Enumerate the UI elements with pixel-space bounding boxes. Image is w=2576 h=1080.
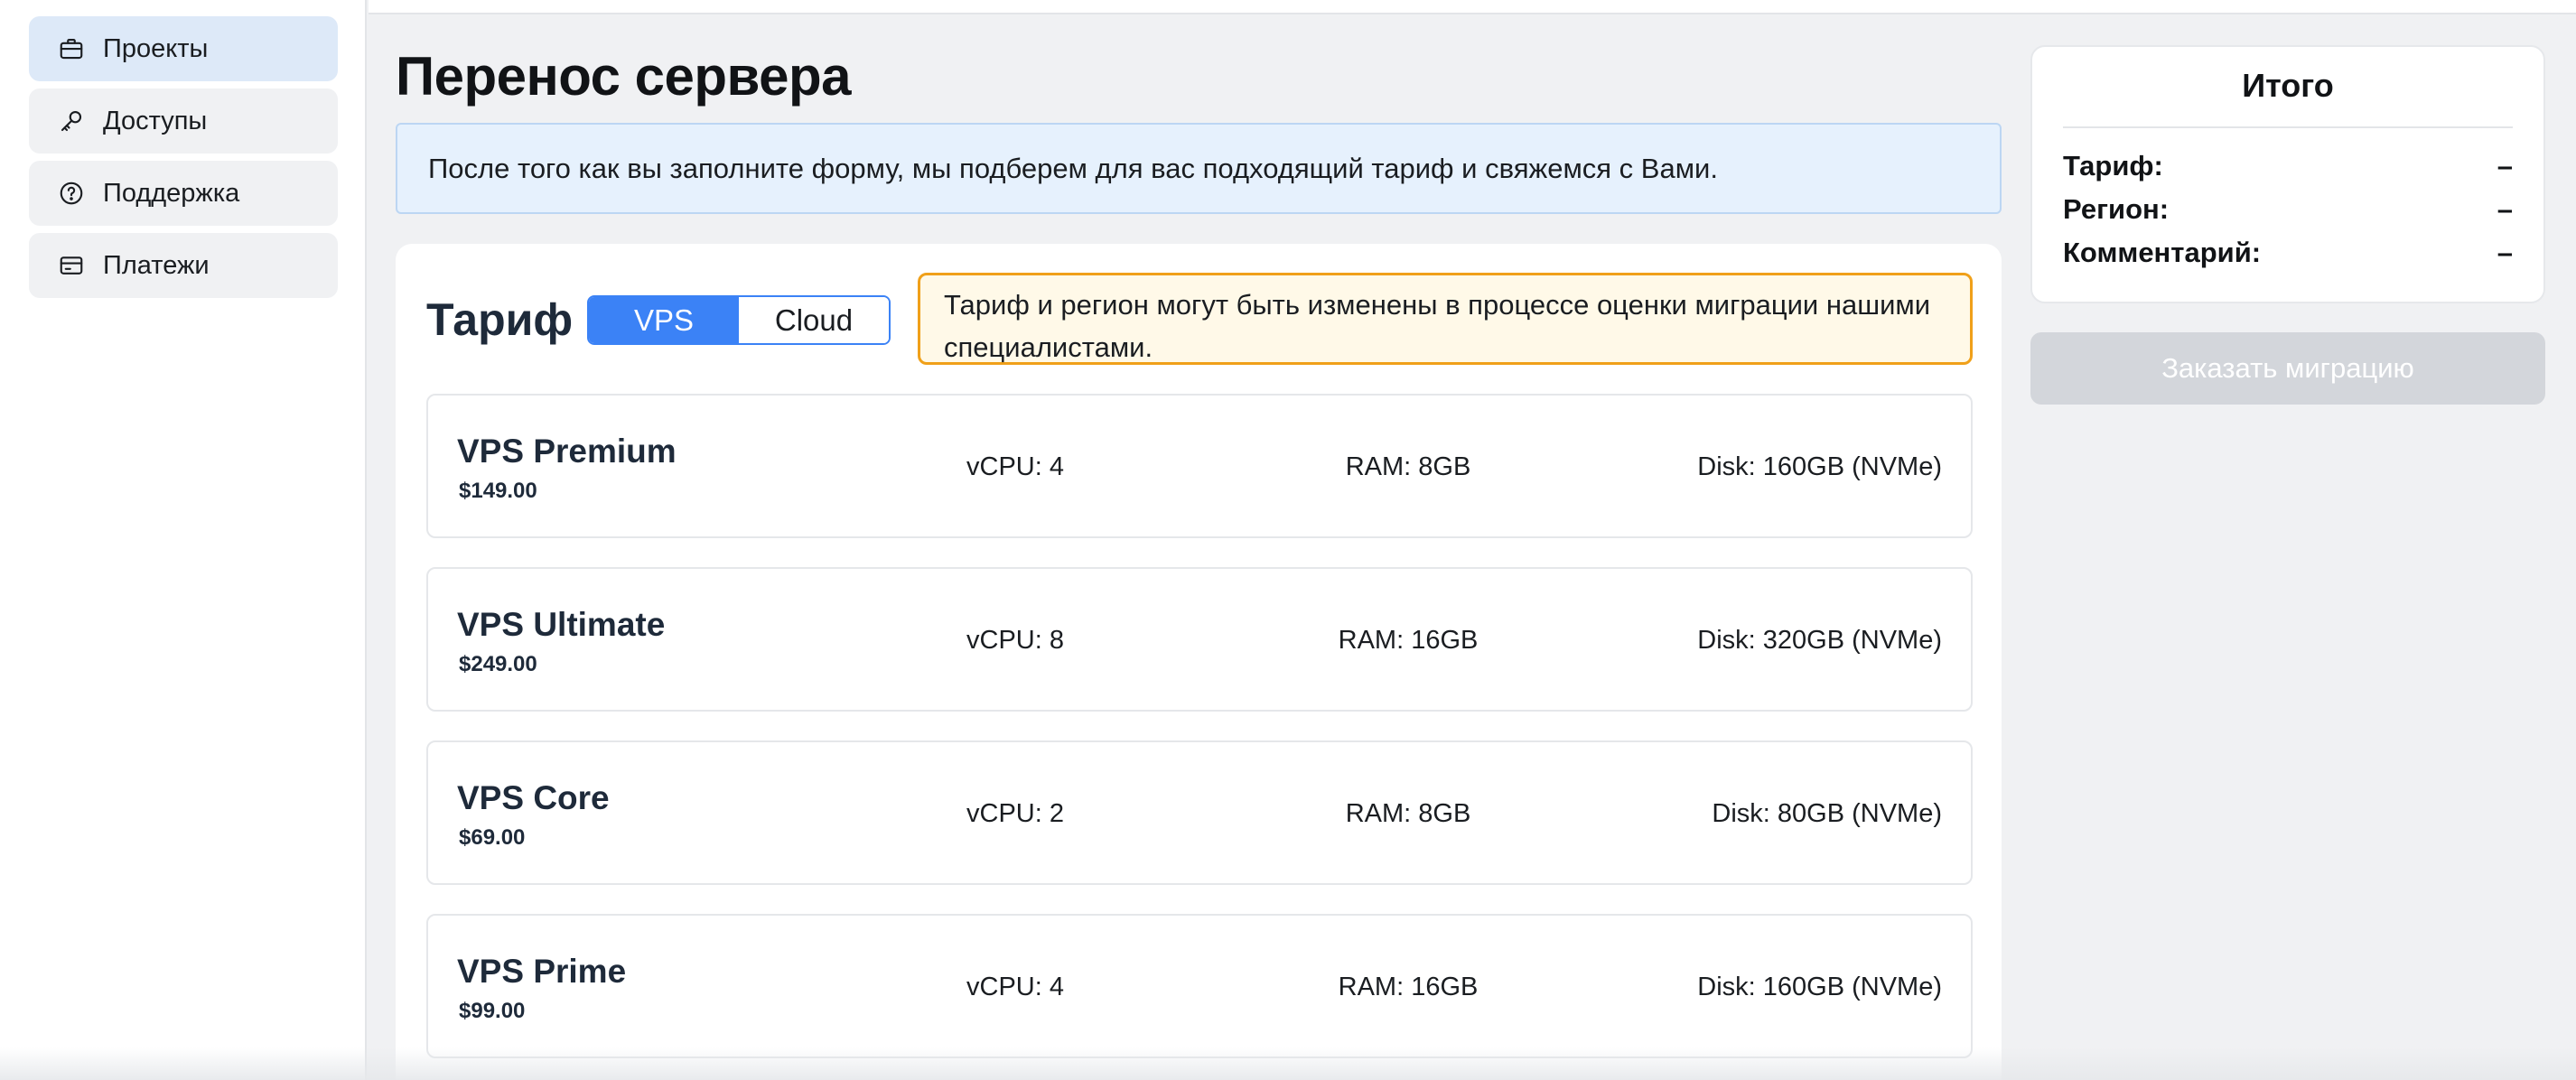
- plan-card-vps-core[interactable]: VPS Core $69.00 vCPU: 2 RAM: 8GB Disk: 8…: [426, 740, 1973, 885]
- sidebar-item-label: Доступы: [103, 106, 208, 135]
- key-icon: [58, 107, 85, 135]
- plan-disk: Disk: 160GB (NVMe): [1697, 973, 1942, 1001]
- order-migration-button[interactable]: Заказать миграцию: [2030, 332, 2545, 405]
- info-banner: После того как вы заполните форму, мы по…: [396, 123, 2002, 214]
- warning-notice: Тариф и регион могут быть изменены в про…: [918, 273, 1973, 365]
- plan-card-vps-premium[interactable]: VPS Premium $149.00 vCPU: 4 RAM: 8GB Dis…: [426, 394, 1973, 538]
- plan-price: $249.00: [459, 652, 537, 676]
- sidebar-item-payments[interactable]: Платежи: [29, 233, 338, 298]
- plan-price: $149.00: [459, 479, 537, 503]
- sidebar-item-label: Проекты: [103, 33, 209, 63]
- summary-divider: [2063, 126, 2513, 128]
- plan-disk: Disk: 80GB (NVMe): [1712, 799, 1942, 828]
- top-bar: [369, 0, 2576, 14]
- plan-cpu: vCPU: 4: [966, 973, 1064, 1001]
- sidebar-item-projects[interactable]: Проекты: [29, 16, 338, 81]
- help-circle-icon: [58, 180, 85, 207]
- plan-ram: RAM: 16GB: [1338, 626, 1479, 655]
- page-title: Перенос сервера: [396, 46, 852, 107]
- summary-row-region: Регион: –: [2063, 190, 2513, 229]
- sidebar-item-accesses[interactable]: Доступы: [29, 88, 338, 154]
- plan-price: $99.00: [459, 999, 526, 1023]
- plan-card-vps-prime[interactable]: VPS Prime $99.00 vCPU: 4 RAM: 16GB Disk:…: [426, 914, 1973, 1058]
- sidebar: Проекты Доступы Поддержка Платежи: [0, 0, 367, 1080]
- summary-label: Комментарий:: [2063, 237, 2262, 268]
- plan-ram: RAM: 16GB: [1338, 973, 1479, 1001]
- tariff-heading: Тариф: [426, 294, 574, 345]
- plan-name: VPS Ultimate: [457, 606, 666, 643]
- plan-cpu: vCPU: 8: [966, 626, 1064, 655]
- plan-name: VPS Prime: [457, 953, 627, 990]
- summary-label: Регион:: [2063, 193, 2170, 225]
- summary-value: –: [2497, 150, 2513, 182]
- briefcase-icon: [58, 35, 85, 62]
- sidebar-item-label: Платежи: [103, 250, 210, 280]
- plan-name: VPS Premium: [457, 433, 677, 470]
- summary-panel: Итого Тариф: – Регион: – Комментарий: –: [2030, 45, 2545, 303]
- toggle-option-cloud[interactable]: Cloud: [739, 297, 889, 343]
- tariff-type-toggle: VPS Cloud: [587, 295, 891, 345]
- plan-cpu: vCPU: 2: [966, 799, 1064, 828]
- sidebar-item-support[interactable]: Поддержка: [29, 161, 338, 226]
- toggle-option-vps[interactable]: VPS: [589, 297, 739, 343]
- plan-card-vps-ultimate[interactable]: VPS Ultimate $249.00 vCPU: 8 RAM: 16GB D…: [426, 567, 1973, 712]
- plan-ram: RAM: 8GB: [1345, 799, 1471, 828]
- plan-price: $69.00: [459, 825, 526, 850]
- sidebar-item-label: Поддержка: [103, 178, 240, 208]
- summary-label: Тариф:: [2063, 150, 2163, 182]
- plan-name: VPS Core: [457, 779, 610, 816]
- summary-title: Итого: [2242, 67, 2334, 104]
- plan-disk: Disk: 160GB (NVMe): [1697, 452, 1942, 481]
- plan-disk: Disk: 320GB (NVMe): [1697, 626, 1942, 655]
- plan-cpu: vCPU: 4: [966, 452, 1064, 481]
- summary-row-comment: Комментарий: –: [2063, 233, 2513, 273]
- plan-ram: RAM: 8GB: [1345, 452, 1471, 481]
- credit-card-icon: [58, 252, 85, 279]
- tariff-card: Тариф VPS Cloud Тариф и регион могут быт…: [396, 244, 2002, 1080]
- summary-value: –: [2497, 237, 2513, 268]
- summary-value: –: [2497, 193, 2513, 225]
- summary-row-tariff: Тариф: –: [2063, 146, 2513, 186]
